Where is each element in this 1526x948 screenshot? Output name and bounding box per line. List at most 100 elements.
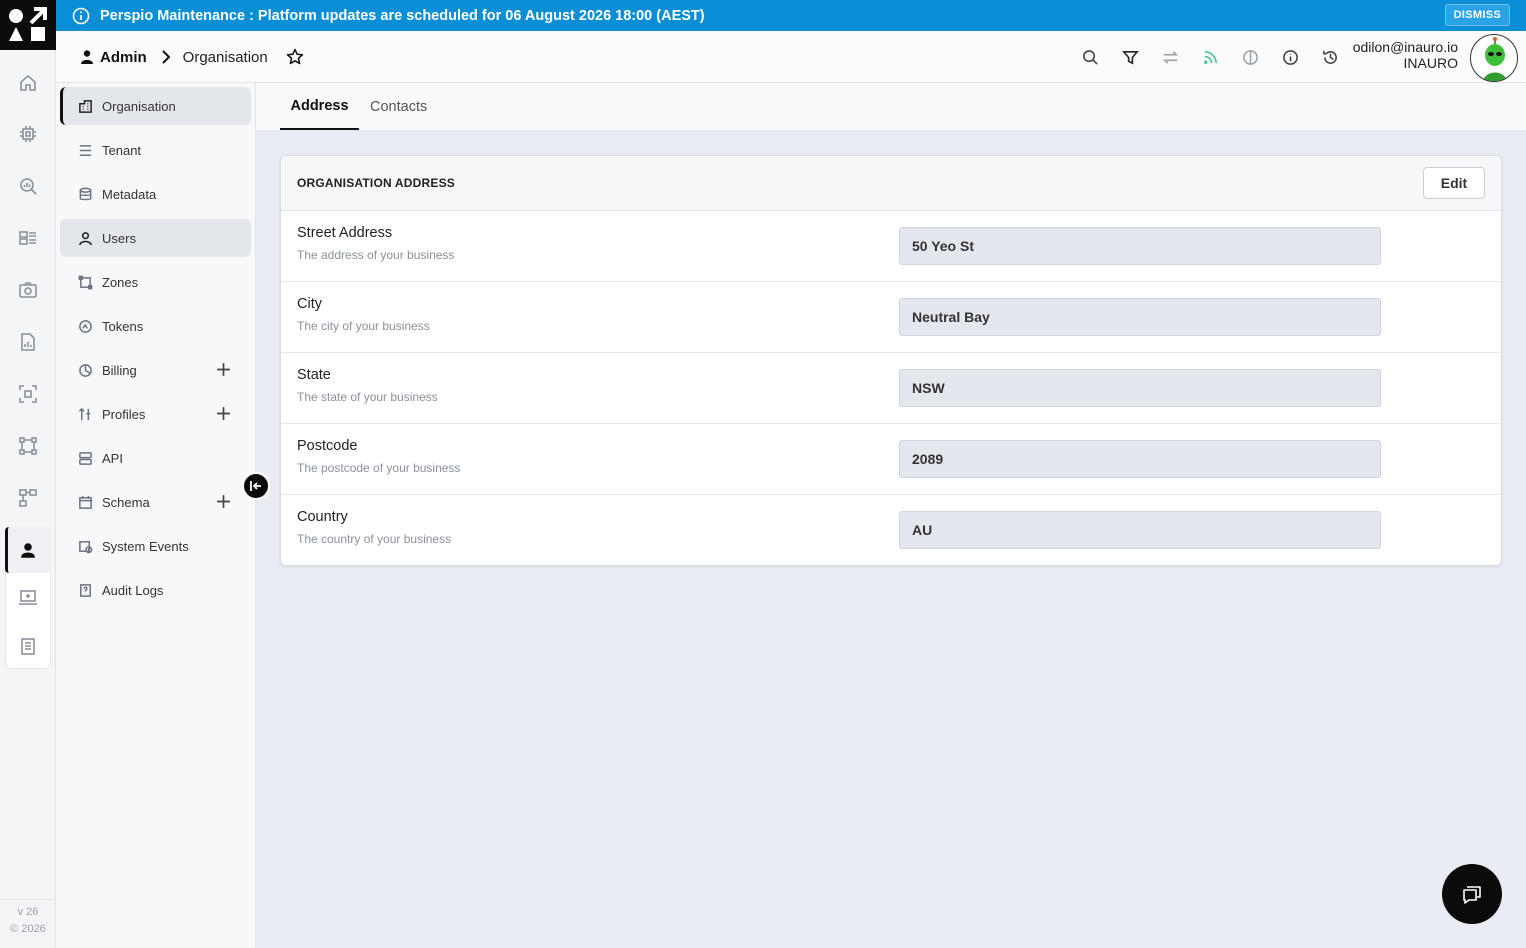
clipboard-icon[interactable] [0, 626, 56, 666]
camera-icon[interactable] [0, 270, 56, 310]
subnav-label: Profiles [102, 406, 146, 422]
card-title: ORGANISATION ADDRESS [297, 176, 456, 190]
breadcrumb-root[interactable]: Admin [100, 49, 147, 66]
field-label: Street Address [297, 225, 393, 241]
field-row-state: State The state of your business [281, 353, 1501, 424]
tab-address[interactable]: Address [280, 83, 359, 130]
organisation-address-card: ORGANISATION ADDRESS Edit Street Address… [280, 155, 1502, 566]
subnav-item-profiles[interactable]: Profiles [60, 395, 251, 433]
expand-plus-icon[interactable] [216, 406, 231, 421]
report-icon[interactable] [0, 322, 56, 362]
calendar-icon [79, 495, 92, 509]
info-circle-icon[interactable] [1270, 45, 1310, 69]
field-help: The state of your business [297, 390, 438, 404]
subnav-label: Tenant [102, 142, 142, 158]
top-header: Admin Organisation odilon@inauro.io INAU… [56, 31, 1526, 83]
subnav-item-tokens[interactable]: Tokens [60, 307, 251, 345]
header-toolbar [1070, 45, 1350, 69]
subnav-label: Schema [102, 494, 150, 510]
banner-message: Perspio Maintenance : Platform updates a… [100, 7, 705, 24]
tab-contacts[interactable]: Contacts [370, 83, 427, 130]
search-icon[interactable] [1070, 45, 1110, 69]
alien-avatar-icon [1483, 37, 1507, 81]
api-icon [79, 451, 92, 465]
subnav-label: Audit Logs [102, 582, 164, 598]
version-label: v 26 [17, 906, 39, 918]
subnav-item-schema[interactable]: Schema [60, 483, 251, 521]
info-icon [72, 7, 90, 24]
breadcrumb: Admin Organisation [80, 31, 304, 83]
favorite-star-icon[interactable] [286, 48, 304, 66]
state-input[interactable] [899, 369, 1381, 407]
live-feed-icon[interactable] [1190, 45, 1230, 69]
field-row-country: Country The country of your business [281, 495, 1501, 566]
admin-icon[interactable] [0, 530, 56, 570]
filter-icon[interactable] [1110, 45, 1150, 69]
user-info[interactable]: odilon@inauro.io INAURO [1353, 39, 1458, 71]
admin-subnav: Organisation Tenant Metadata Users Zones… [56, 83, 256, 948]
scan-icon[interactable] [0, 374, 56, 414]
subnav-item-api[interactable]: API [60, 439, 251, 477]
subnav-label: Zones [102, 274, 139, 290]
tokens-icon [79, 319, 92, 333]
database-icon [79, 187, 92, 200]
compare-icon[interactable] [1230, 45, 1270, 69]
user-icon [79, 231, 92, 245]
device-icon[interactable] [0, 578, 56, 618]
field-row-street-address: Street Address The address of your busin… [281, 211, 1501, 282]
subnav-label: Tokens [102, 318, 144, 334]
country-input[interactable] [899, 511, 1381, 549]
version-info: v 26 © 2026 [0, 899, 56, 938]
chevron-right-icon [161, 50, 171, 64]
billing-icon [79, 363, 92, 377]
field-help: The postcode of your business [297, 461, 461, 475]
subnav-label: System Events [102, 538, 189, 554]
breadcrumb-page: Organisation [182, 48, 268, 66]
home-icon[interactable] [0, 63, 56, 103]
field-row-city: City The city of your business [281, 282, 1501, 353]
subnav-label: API [102, 450, 123, 466]
hierarchy-icon[interactable] [0, 478, 56, 518]
subnav-label: Metadata [102, 186, 157, 202]
subnav-item-billing[interactable]: Billing [60, 351, 251, 389]
city-input[interactable] [899, 298, 1381, 336]
card-header: ORGANISATION ADDRESS Edit [281, 156, 1501, 211]
subnav-item-system-events[interactable]: System Events [60, 527, 251, 565]
user-org: INAURO [1403, 55, 1458, 71]
subnav-item-organisation[interactable]: Organisation [60, 87, 251, 125]
collapse-sidebar-button[interactable] [242, 472, 270, 500]
left-rail: v 26 © 2026 [0, 0, 56, 948]
tab-bar: Address Contacts [256, 83, 1526, 131]
field-help: The country of your business [297, 532, 452, 546]
transfer-icon[interactable] [1150, 45, 1190, 69]
audit-icon [80, 583, 91, 597]
organisation-icon [79, 99, 92, 113]
chip-icon[interactable] [0, 114, 56, 154]
field-label: State [297, 367, 331, 383]
history-icon[interactable] [1310, 45, 1350, 69]
expand-plus-icon[interactable] [216, 362, 231, 377]
edit-button[interactable]: Edit [1423, 167, 1485, 199]
profiles-icon [78, 407, 91, 420]
subnav-item-audit-logs[interactable]: Audit Logs [60, 571, 251, 609]
search-chart-icon[interactable] [0, 166, 56, 206]
user-email: odilon@inauro.io [1352, 39, 1458, 55]
maintenance-banner: Perspio Maintenance : Platform updates a… [56, 0, 1526, 31]
dashboard-icon[interactable] [0, 218, 56, 258]
subnav-item-tenant[interactable]: Tenant [60, 131, 251, 169]
expand-plus-icon[interactable] [216, 494, 231, 509]
avatar[interactable] [1470, 34, 1518, 82]
subnav-item-users[interactable]: Users [60, 219, 251, 257]
postcode-input[interactable] [899, 440, 1381, 478]
admin-user-icon [81, 50, 93, 64]
street-address-input[interactable] [899, 227, 1381, 265]
app-logo[interactable] [0, 0, 56, 50]
subnav-item-metadata[interactable]: Metadata [60, 175, 251, 213]
field-label: Postcode [297, 438, 358, 454]
field-row-postcode: Postcode The postcode of your business [281, 424, 1501, 495]
field-label: Country [297, 509, 348, 525]
chat-button[interactable] [1442, 864, 1502, 924]
subnav-item-zones[interactable]: Zones [60, 263, 251, 301]
dismiss-button[interactable]: DISMISS [1444, 4, 1510, 26]
zones-icon[interactable] [0, 426, 56, 466]
